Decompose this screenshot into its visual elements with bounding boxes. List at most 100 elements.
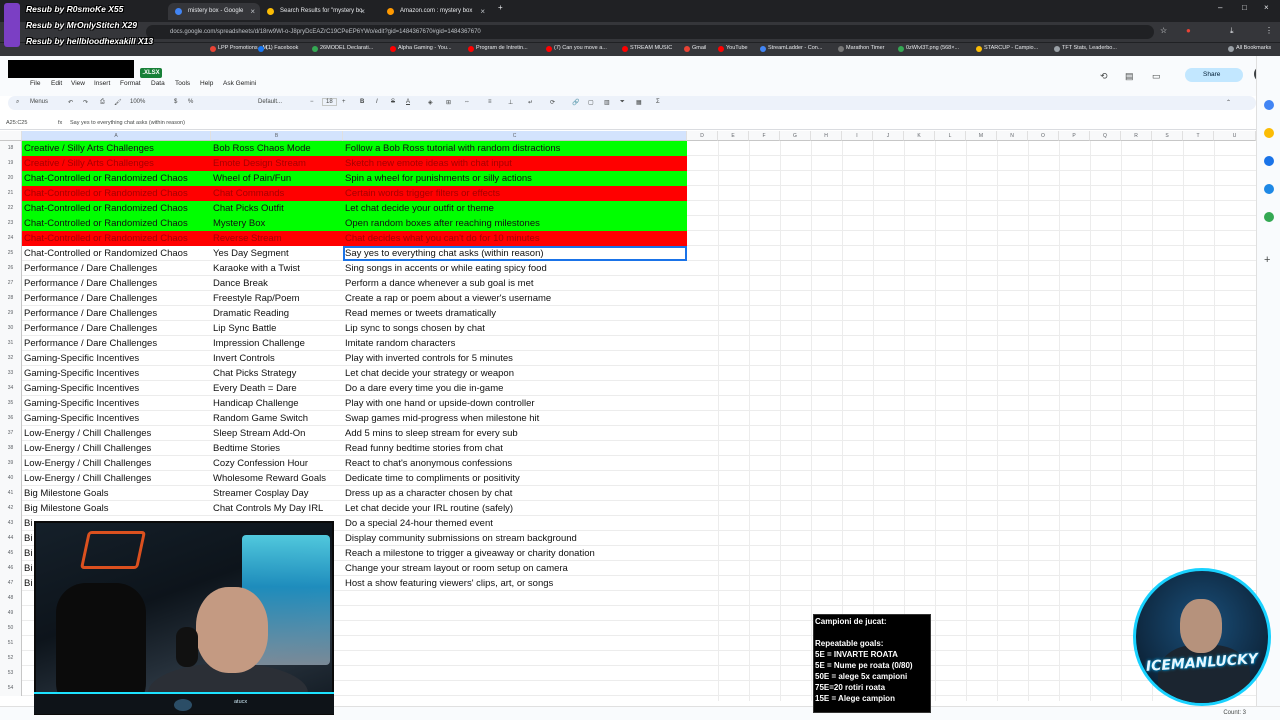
col-header-j[interactable]: J — [873, 131, 904, 141]
col-header-b[interactable]: B — [211, 131, 343, 141]
row-number[interactable]: 40 — [0, 471, 22, 486]
row-number[interactable]: 23 — [0, 216, 22, 231]
row-number[interactable]: 22 — [0, 201, 22, 216]
row-number[interactable]: 46 — [0, 561, 22, 576]
bookmark[interactable]: StreamLadder - Con... — [760, 45, 822, 52]
cell-description[interactable]: Open random boxes after reaching milesto… — [343, 216, 687, 231]
cell-category[interactable]: Performance / Dare Challenges — [22, 261, 211, 276]
col-header-r[interactable]: R — [1121, 131, 1152, 141]
paint-format-icon[interactable]: 🖌 — [114, 99, 122, 106]
cell-challenge[interactable]: Chat Picks Strategy — [211, 366, 343, 381]
row-number[interactable]: 48 — [0, 591, 22, 606]
contacts-icon[interactable] — [1264, 184, 1274, 194]
cell-category[interactable]: Performance / Dare Challenges — [22, 336, 211, 351]
cell-challenge[interactable]: Chat Picks Outfit — [211, 201, 343, 216]
cell-description[interactable] — [343, 636, 687, 651]
cell-description[interactable] — [343, 606, 687, 621]
cell-category[interactable]: Big Milestone Goals — [22, 501, 211, 516]
cell-challenge[interactable]: Yes Day Segment — [211, 246, 343, 261]
cell-description[interactable]: Play with inverted controls for 5 minute… — [343, 351, 687, 366]
cell-description[interactable] — [343, 681, 687, 696]
row-number[interactable]: 36 — [0, 411, 22, 426]
row-number[interactable]: 31 — [0, 336, 22, 351]
cell-description[interactable]: Certain words trigger filters or effects — [343, 186, 687, 201]
menu-icon[interactable]: ⋮ — [1265, 26, 1273, 35]
record-icon[interactable]: ● — [1186, 26, 1191, 35]
cell-challenge[interactable]: Bedtime Stories — [211, 441, 343, 456]
menu-data[interactable]: Data — [151, 80, 165, 87]
cell-challenge[interactable]: Lip Sync Battle — [211, 321, 343, 336]
bookmark[interactable]: (7) Can you move a... — [546, 45, 607, 52]
bookmark[interactable]: TFT Stats, Leaderbo... — [1054, 45, 1117, 52]
col-header-a[interactable]: A — [22, 131, 211, 141]
row-number[interactable]: 29 — [0, 306, 22, 321]
cell-challenge[interactable]: Every Death = Dare — [211, 381, 343, 396]
cell-challenge[interactable]: Wholesome Reward Goals — [211, 471, 343, 486]
cell-category[interactable]: Gaming-Specific Incentives — [22, 381, 211, 396]
bookmark[interactable]: STREAM MUSIC — [622, 45, 672, 52]
menus-button[interactable]: Menus — [30, 99, 48, 105]
cell-category[interactable]: Performance / Dare Challenges — [22, 306, 211, 321]
row-number[interactable]: 47 — [0, 576, 22, 591]
download-icon[interactable]: ⤓ — [1230, 26, 1234, 36]
row-number[interactable]: 24 — [0, 231, 22, 246]
row-number[interactable]: 44 — [0, 531, 22, 546]
cell-description[interactable] — [343, 666, 687, 681]
cell-description[interactable]: Follow a Bob Ross tutorial with random d… — [343, 141, 687, 156]
bookmark[interactable]: Alpha Gaming - You... — [390, 45, 452, 52]
close-icon[interactable]: × — [480, 3, 485, 20]
redo-icon[interactable]: ↷ — [83, 99, 88, 106]
menu-insert[interactable]: Insert — [94, 80, 110, 87]
tasks-icon[interactable] — [1264, 156, 1274, 166]
cell-description[interactable]: Read funny bedtime stories from chat — [343, 441, 687, 456]
cell-description[interactable]: Chat decides what you can't do for 10 mi… — [343, 231, 687, 246]
cell-category[interactable]: Chat-Controlled or Randomized Chaos — [22, 231, 211, 246]
row-number[interactable]: 41 — [0, 486, 22, 501]
maps-icon[interactable] — [1264, 212, 1274, 222]
borders-icon[interactable]: ⊞ — [446, 99, 451, 106]
cell-challenge[interactable]: Sleep Stream Add-On — [211, 426, 343, 441]
cell-challenge[interactable]: Impression Challenge — [211, 336, 343, 351]
col-header-o[interactable]: O — [1028, 131, 1059, 141]
fill-color-icon[interactable]: ◈ — [428, 99, 433, 106]
cell-category[interactable]: Performance / Dare Challenges — [22, 276, 211, 291]
cell-category[interactable]: Chat-Controlled or Randomized Chaos — [22, 216, 211, 231]
bookmark[interactable]: 0zWlvl3T.png (568×... — [898, 45, 959, 52]
menu-format[interactable]: Format — [120, 80, 141, 87]
add-addon-icon[interactable]: + — [1264, 254, 1270, 266]
new-tab-button[interactable]: + — [498, 3, 503, 12]
bold-icon[interactable]: B — [360, 99, 364, 105]
close-icon[interactable]: × — [360, 3, 365, 20]
cell-description[interactable]: Say yes to everything chat asks (within … — [343, 246, 687, 261]
undo-icon[interactable]: ↶ — [68, 99, 73, 106]
row-number[interactable]: 50 — [0, 621, 22, 636]
col-header-i[interactable]: I — [842, 131, 873, 141]
col-header-d[interactable]: D — [687, 131, 718, 141]
cell-description[interactable]: Lip sync to songs chosen by chat — [343, 321, 687, 336]
maximize-icon[interactable]: □ — [1242, 3, 1247, 12]
row-number[interactable]: 26 — [0, 261, 22, 276]
keep-icon[interactable] — [1264, 128, 1274, 138]
row-number[interactable]: 28 — [0, 291, 22, 306]
increase-font-icon[interactable]: + — [342, 99, 346, 105]
cell-category[interactable]: Creative / Silly Arts Challenges — [22, 141, 211, 156]
cell-category[interactable]: Low-Energy / Chill Challenges — [22, 441, 211, 456]
search-icon[interactable]: ⌕ — [16, 99, 19, 106]
cell-description[interactable]: Let chat decide your strategy or weapon — [343, 366, 687, 381]
menu-help[interactable]: Help — [200, 80, 213, 87]
cell-description[interactable]: React to chat's anonymous confessions — [343, 456, 687, 471]
cell-category[interactable]: Creative / Silly Arts Challenges — [22, 156, 211, 171]
share-button[interactable]: Share — [1185, 68, 1243, 82]
row-number[interactable]: 49 — [0, 606, 22, 621]
name-box[interactable]: A25:C25 — [6, 120, 27, 126]
valign-icon[interactable]: ⊥ — [508, 99, 513, 106]
row-number[interactable]: 25 — [0, 246, 22, 261]
bookmark[interactable]: 26MODEL Declarati... — [312, 45, 373, 52]
col-header-n[interactable]: N — [997, 131, 1028, 141]
cell-category[interactable]: Low-Energy / Chill Challenges — [22, 426, 211, 441]
cell-description[interactable]: Reach a milestone to trigger a giveaway … — [343, 546, 687, 561]
merge-icon[interactable]: ⇔ — [464, 99, 470, 105]
cell-challenge[interactable]: Mystery Box — [211, 216, 343, 231]
url-field[interactable]: docs.google.com/spreadsheets/d/18rw9Wl-o… — [146, 25, 1154, 39]
bookmark[interactable]: Gmail — [684, 45, 706, 52]
